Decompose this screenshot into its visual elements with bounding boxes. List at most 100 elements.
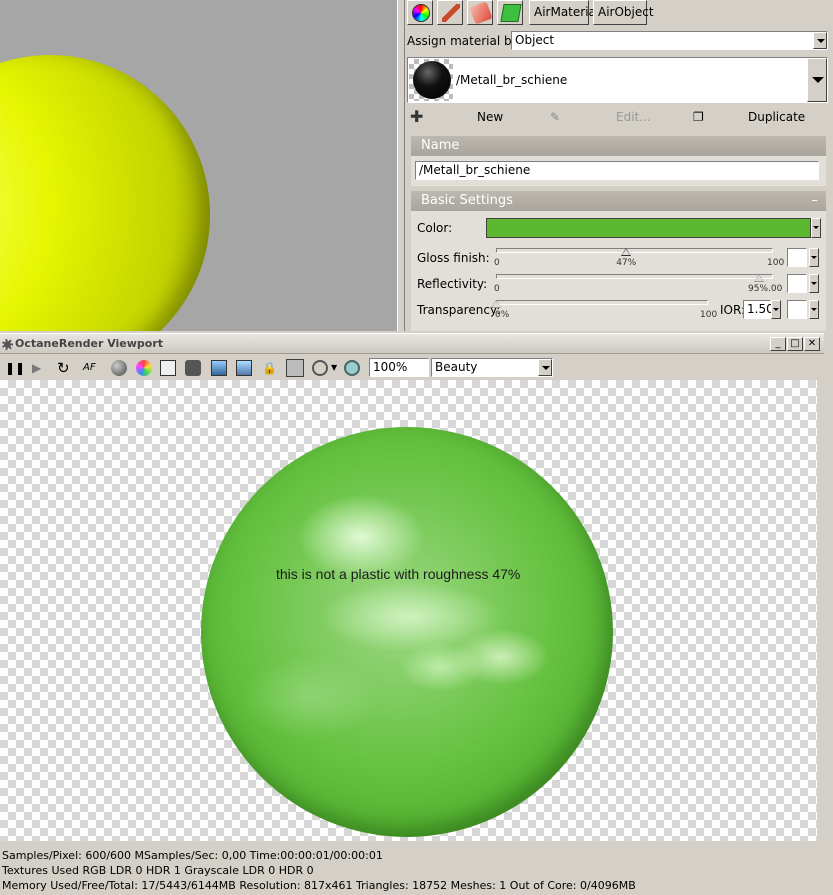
zoom-select[interactable]: 100% (369, 358, 429, 377)
transparency-swatch-arrow[interactable] (809, 300, 819, 319)
render-settings-icon[interactable] (160, 360, 176, 376)
region-render-icon[interactable] (286, 359, 304, 377)
new-material-icon[interactable]: ✚ (410, 107, 423, 126)
scene-viewport[interactable] (0, 0, 397, 331)
yellow-sphere-object[interactable] (0, 55, 210, 331)
material-editor-panel: AirMaterial AirObject Assign material by… (405, 0, 833, 331)
viewport-toolbar: ❚❚ ▶ ↻ AF 🔒 ▼ 100% Beauty (0, 355, 833, 380)
status-textures: Textures Used RGB LDR 0 HDR 1 Grayscale … (2, 864, 314, 877)
name-group-body: /Metall_br_schiene (411, 156, 826, 186)
basic-settings-body: Color: Gloss finish: 0 47% 100 Reflectiv… (411, 211, 826, 331)
gloss-slider-track[interactable] (496, 248, 773, 253)
title-bar[interactable]: OctaneRender Viewport _ □ ✕ (0, 333, 824, 354)
close-button[interactable]: ✕ (804, 337, 820, 351)
chevron-down-icon[interactable]: ▼ (331, 360, 339, 376)
status-bar: Samples/Pixel: 600/600 MSamples/Sec: 0,0… (0, 846, 833, 895)
minimize-button[interactable]: _ (770, 337, 786, 351)
pause-icon[interactable]: ❚❚ (5, 360, 25, 376)
gloss-max-label: 100 (767, 258, 785, 268)
assign-material-label: Assign material by: (407, 34, 522, 48)
zoom-value: 100% (373, 360, 408, 374)
autofocus-icon[interactable]: AF (83, 360, 99, 376)
reflectivity-swatch-arrow[interactable] (809, 274, 819, 293)
chevron-down-icon[interactable] (538, 359, 552, 376)
color-wheel-icon (412, 4, 430, 22)
vertical-scrollbar[interactable] (817, 380, 833, 841)
gloss-swatch-arrow[interactable] (809, 248, 819, 267)
eraser-icon (469, 1, 493, 25)
transparency-slider-thumb[interactable] (491, 300, 501, 308)
status-memory: Memory Used/Free/Total: 17/5443/6144MB R… (2, 879, 636, 892)
status-samples: Samples/Pixel: 600/600 MSamples/Sec: 0,0… (2, 849, 383, 862)
duplicate-icon[interactable]: ❐ (693, 110, 704, 124)
maximize-button[interactable]: □ (787, 337, 803, 351)
reflectivity-value-label: 95%.00 (748, 284, 783, 294)
material-preview-sphere-icon (413, 61, 451, 99)
air-object-button[interactable]: AirObject (593, 0, 654, 25)
reflectivity-min-label: 0 (494, 284, 500, 294)
color-label: Color: (417, 221, 453, 235)
gloss-texture-swatch[interactable] (787, 248, 807, 267)
focus-picker-icon[interactable] (312, 360, 328, 376)
transparency-slider-track[interactable] (496, 300, 708, 305)
ior-input[interactable]: 1.50 (743, 300, 774, 319)
reflectivity-texture-swatch[interactable] (787, 274, 807, 293)
chevron-down-icon[interactable] (807, 58, 827, 102)
assign-material-select[interactable]: Object (511, 31, 828, 50)
texture-button[interactable] (497, 0, 523, 25)
octane-viewport-window: OctaneRender Viewport _ □ ✕ ❚❚ ▶ ↻ AF 🔒 … (0, 333, 833, 895)
rendered-green-sphere (201, 427, 613, 837)
brush-button[interactable] (437, 0, 463, 25)
material-ball-icon[interactable] (111, 360, 127, 376)
color-wheel-button[interactable] (407, 0, 433, 25)
reflectivity-slider-thumb[interactable] (754, 274, 765, 282)
edit-button: Edit... (616, 110, 651, 124)
copy-image-icon[interactable] (236, 360, 252, 376)
color-dropdown-arrow[interactable] (811, 218, 821, 238)
transparency-label: Transparency: (417, 303, 501, 317)
gloss-value-label: 47% (616, 258, 637, 268)
lock-icon[interactable]: 🔒 (262, 360, 278, 376)
new-button[interactable]: New (477, 110, 503, 124)
eraser-button[interactable] (467, 0, 493, 25)
zoom-icon[interactable] (344, 360, 360, 376)
render-mode-value: Beauty (435, 360, 478, 374)
collapse-icon[interactable]: – (812, 191, 819, 211)
restart-icon[interactable]: ↻ (57, 360, 73, 376)
gloss-finish-label: Gloss finish: (417, 251, 490, 265)
play-icon[interactable]: ▶ (32, 360, 48, 376)
gloss-min-label: 0 (494, 258, 500, 268)
transparency-value-label: 0% (495, 310, 510, 320)
reflectivity-slider-track[interactable] (496, 274, 773, 279)
edit-pencil-icon: ✎ (550, 110, 561, 124)
color-palette-icon[interactable] (136, 360, 152, 376)
camera-icon[interactable] (185, 360, 201, 376)
assign-material-value: Object (515, 33, 555, 47)
chevron-down-icon[interactable] (813, 32, 827, 49)
air-material-button[interactable]: AirMaterial (529, 0, 599, 25)
brush-icon (442, 4, 460, 22)
duplicate-button[interactable]: Duplicate (748, 110, 805, 124)
octane-logo-icon (2, 339, 13, 350)
basic-settings-header[interactable]: Basic Settings – (411, 191, 826, 211)
transparency-texture-swatch[interactable] (787, 300, 807, 319)
color-swatch-bar[interactable] (486, 218, 811, 238)
name-group-header[interactable]: Name (411, 136, 826, 156)
gloss-slider-thumb[interactable] (621, 248, 632, 256)
render-mode-select[interactable]: Beauty (431, 358, 553, 377)
material-name-field[interactable]: /Metall_br_schiene (415, 161, 819, 180)
transparency-max-label: 100 (700, 310, 718, 320)
texture-icon (500, 4, 522, 22)
ior-label: IOR: (720, 303, 745, 317)
render-canvas[interactable]: this is not a plastic with roughness 47% (0, 380, 817, 841)
annotation-text: this is not a plastic with roughness 47% (276, 566, 521, 582)
export-icon[interactable] (211, 360, 227, 376)
reflectivity-label: Reflectivity: (417, 277, 488, 291)
basic-settings-title: Basic Settings (421, 193, 513, 208)
material-selector[interactable]: /Metall_br_schiene (407, 57, 828, 103)
material-name-label: /Metall_br_schiene (456, 73, 568, 87)
material-thumbnail (409, 59, 453, 101)
ior-stepper[interactable] (771, 300, 781, 319)
window-title: OctaneRender Viewport (15, 337, 164, 350)
panel-divider[interactable] (397, 0, 405, 331)
